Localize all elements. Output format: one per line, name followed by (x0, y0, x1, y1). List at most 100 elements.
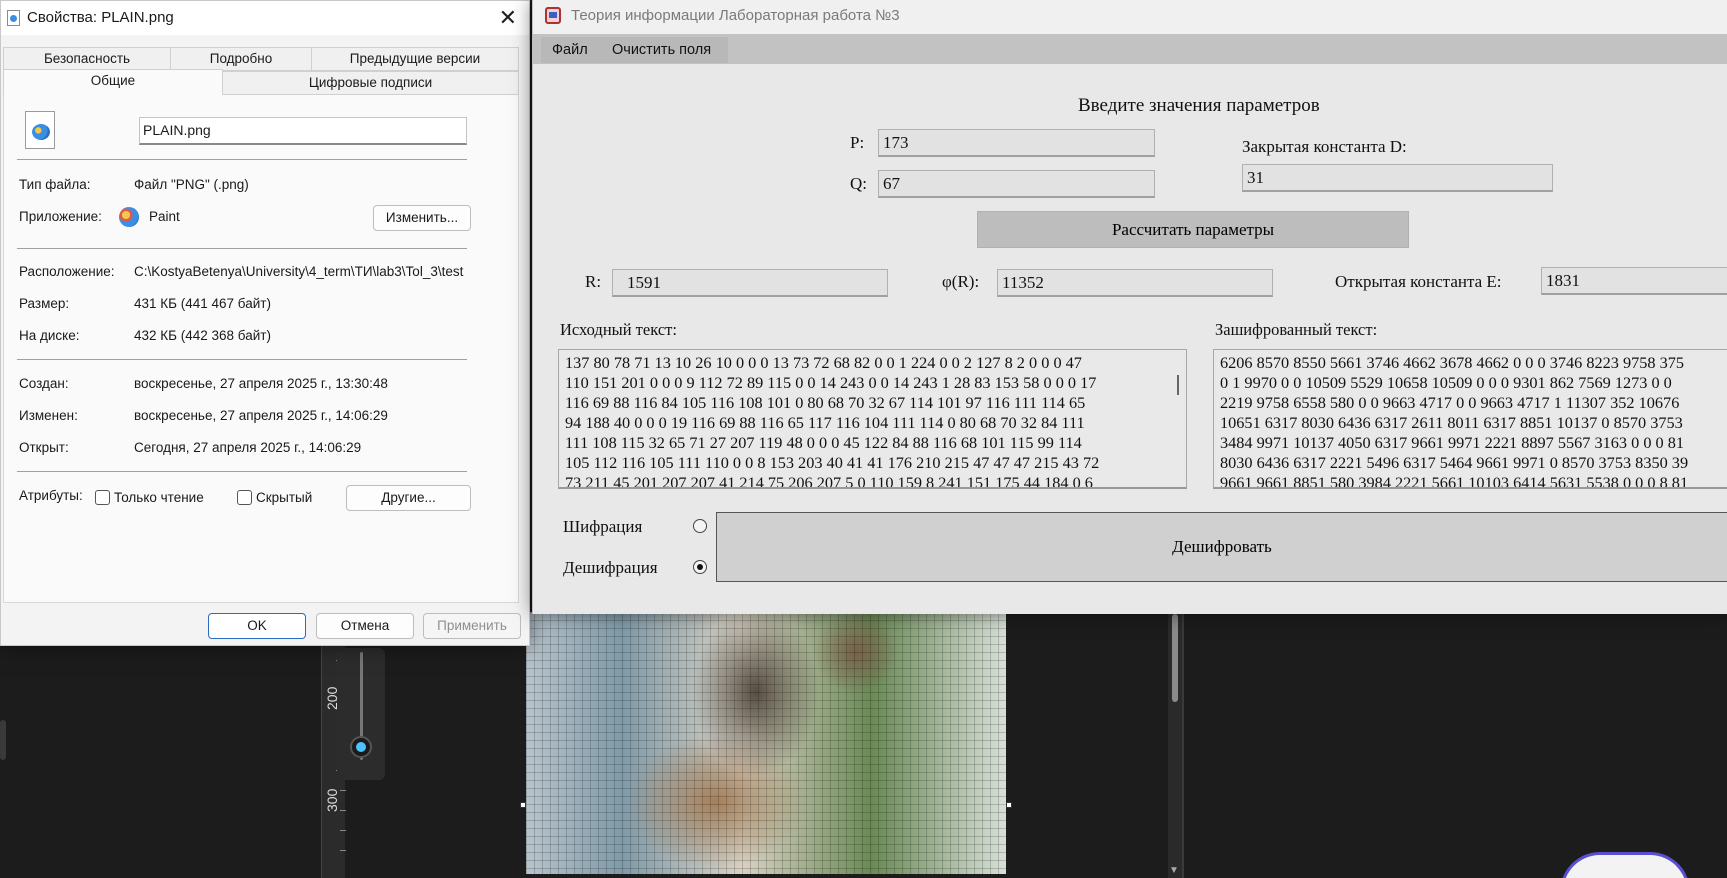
opened-value: Сегодня, 27 апреля 2025 г., 14:06:29 (134, 440, 362, 455)
editor-divider (1182, 612, 1184, 878)
scrollbar-thumb[interactable] (1172, 614, 1178, 702)
other-attributes-button[interactable]: Другие... (346, 485, 471, 511)
file-type-label: Тип файла: (19, 177, 91, 192)
phi-output[interactable]: 11352 (997, 269, 1273, 297)
app-value: Paint (149, 209, 180, 224)
app-icon (545, 7, 561, 24)
ruler-tick (340, 830, 346, 831)
source-text-label: Исходный текст: (560, 320, 677, 339)
resize-handle-left[interactable] (520, 802, 526, 808)
menu-file[interactable]: Файл (552, 42, 588, 58)
app-title: Теория информации Лабораторная работа №3 (571, 7, 900, 24)
pixel-grid-overlay (526, 612, 1006, 874)
general-tab-panel (3, 93, 519, 603)
source-scrollbar[interactable] (1172, 353, 1184, 479)
tab-general[interactable]: Общие (3, 69, 223, 95)
location-value: C:\KostyaBetenya\University\4_term\ТИ\la… (134, 264, 464, 279)
source-text-area[interactable]: 137 80 78 71 13 10 26 10 0 0 0 13 73 72 … (558, 349, 1187, 489)
cipher-text-area[interactable]: 6206 8570 8550 5661 3746 4662 3678 4662 … (1213, 349, 1727, 489)
ruler-tick (340, 810, 346, 811)
q-label: Q: (850, 174, 867, 193)
menu-clear-fields[interactable]: Очистить поля (612, 42, 711, 58)
decrypt-mode-label: Дешифрация (563, 558, 658, 577)
resize-handle-right[interactable] (1006, 802, 1012, 808)
file-type-value: Файл "PNG" (.png) (134, 177, 249, 192)
cipher-line: 0 1 9970 0 0 10509 5529 10658 10509 0 0 … (1220, 373, 1672, 392)
calculate-params-button[interactable]: Рассчитать параметры (977, 211, 1409, 248)
decrypt-radio[interactable] (693, 560, 707, 574)
kitten-image-canvas[interactable] (526, 612, 1006, 874)
source-line: 105 112 116 105 111 110 0 0 8 153 203 40… (565, 453, 1100, 472)
rsa-lab-window: Теория информации Лабораторная работа №3… (532, 0, 1727, 614)
encrypt-radio[interactable] (693, 519, 707, 533)
ruler-label-300: 300 (324, 788, 340, 812)
divider (17, 248, 467, 249)
png-file-icon (25, 111, 55, 149)
readonly-checkbox[interactable] (95, 490, 110, 505)
cipher-text-label: Зашифрованный текст: (1215, 320, 1378, 339)
size-label: Размер: (19, 296, 70, 311)
tab-previous-versions[interactable]: Предыдущие версии (311, 47, 519, 71)
app-title-bar[interactable]: Теория информации Лабораторная работа №3 (533, 0, 1727, 34)
hidden-checkbox[interactable] (237, 490, 252, 505)
divider (17, 471, 467, 472)
zoom-slider-thumb[interactable] (350, 736, 372, 758)
cipher-line: 2219 9758 6558 580 0 0 9663 4717 0 0 966… (1220, 393, 1680, 412)
scroll-down-arrow-icon[interactable]: ▼ (1169, 865, 1179, 876)
e-output[interactable]: 1831 (1541, 267, 1727, 295)
cipher-line: 6206 8570 8550 5661 3746 4662 3678 4662 … (1220, 353, 1685, 372)
tab-details[interactable]: Подробно (170, 47, 312, 71)
cancel-button[interactable]: Отмена (316, 613, 414, 639)
r-label: R: (585, 272, 602, 291)
divider (17, 359, 467, 360)
divider (17, 159, 467, 160)
d-input[interactable]: 31 (1242, 164, 1553, 192)
opened-label: Открыт: (19, 440, 69, 455)
desktop: 200 300 ▼ Свойства: PLAIN.png ✕ Безопасн… (0, 0, 1727, 878)
apply-button[interactable]: Применить (423, 613, 521, 639)
r-output[interactable]: 1591 (612, 269, 888, 297)
menu-bar: Файл Очистить поля (533, 34, 1727, 64)
tab-security[interactable]: Безопасность (3, 47, 171, 71)
e-label: Открытая константа E: (1335, 272, 1502, 291)
source-line: 111 108 115 32 65 71 27 207 119 48 0 0 0… (565, 433, 1082, 452)
modified-label: Изменен: (19, 408, 78, 423)
source-line: 110 151 201 0 0 0 9 112 72 89 115 0 0 14… (565, 373, 1097, 392)
tab-digital-signatures[interactable]: Цифровые подписи (222, 71, 519, 95)
size-value: 431 КБ (441 467 байт) (134, 296, 271, 311)
q-input[interactable]: 67 (878, 170, 1155, 198)
menu-group: Файл Очистить поля (541, 37, 728, 63)
source-line: 137 80 78 71 13 10 26 10 0 0 0 13 73 72 … (565, 353, 1082, 372)
d-label: Закрытая константа D: (1242, 137, 1407, 156)
close-icon[interactable]: ✕ (499, 5, 517, 31)
source-line: 94 188 40 0 0 0 19 116 69 88 116 65 117 … (565, 413, 1085, 432)
source-line: 116 69 88 116 84 105 116 108 101 0 80 68… (565, 393, 1086, 412)
p-label: P: (850, 133, 865, 152)
dialog-title: Свойства: PLAIN.png (27, 9, 174, 26)
editor-left-handle[interactable] (0, 720, 6, 760)
attributes-label: Атрибуты: (19, 488, 83, 503)
cipher-line: 8030 6436 6317 2221 5496 6317 5464 9661 … (1220, 453, 1689, 472)
created-label: Создан: (19, 376, 69, 391)
cipher-line: 3484 9971 10137 4050 6317 9661 9971 2221… (1220, 433, 1685, 452)
modified-value: воскресенье, 27 апреля 2025 г., 14:06:29 (134, 408, 388, 423)
decrypt-button[interactable]: Дешифровать (716, 512, 1727, 582)
created-value: воскресенье, 27 апреля 2025 г., 13:30:48 (134, 376, 388, 391)
disk-size-value: 432 КБ (442 368 байт) (134, 328, 271, 343)
source-line: 73 211 45 201 207 207 41 214 75 206 207 … (565, 473, 1093, 489)
scrollbar-thumb[interactable] (1177, 375, 1179, 395)
editor-vertical-scrollbar[interactable]: ▼ (1168, 612, 1182, 878)
disk-size-label: На диске: (19, 328, 80, 343)
encrypt-mode-label: Шифрация (563, 517, 643, 536)
cipher-line: 10651 6317 8030 6436 6317 2611 8011 6317… (1220, 413, 1683, 432)
ok-button[interactable]: OK (208, 613, 306, 639)
cipher-line: 9661 9661 8851 580 3984 2221 5661 10103 … (1220, 473, 1689, 489)
zoom-slider[interactable] (337, 648, 385, 780)
file-name-input[interactable]: PLAIN.png (139, 117, 467, 145)
app-label: Приложение: (19, 209, 102, 224)
file-icon (7, 10, 20, 26)
p-input[interactable]: 173 (878, 129, 1155, 157)
dialog-title-bar[interactable]: Свойства: PLAIN.png ✕ (1, 1, 529, 35)
phi-label: φ(R): (942, 272, 980, 291)
change-app-button[interactable]: Изменить... (373, 205, 471, 231)
